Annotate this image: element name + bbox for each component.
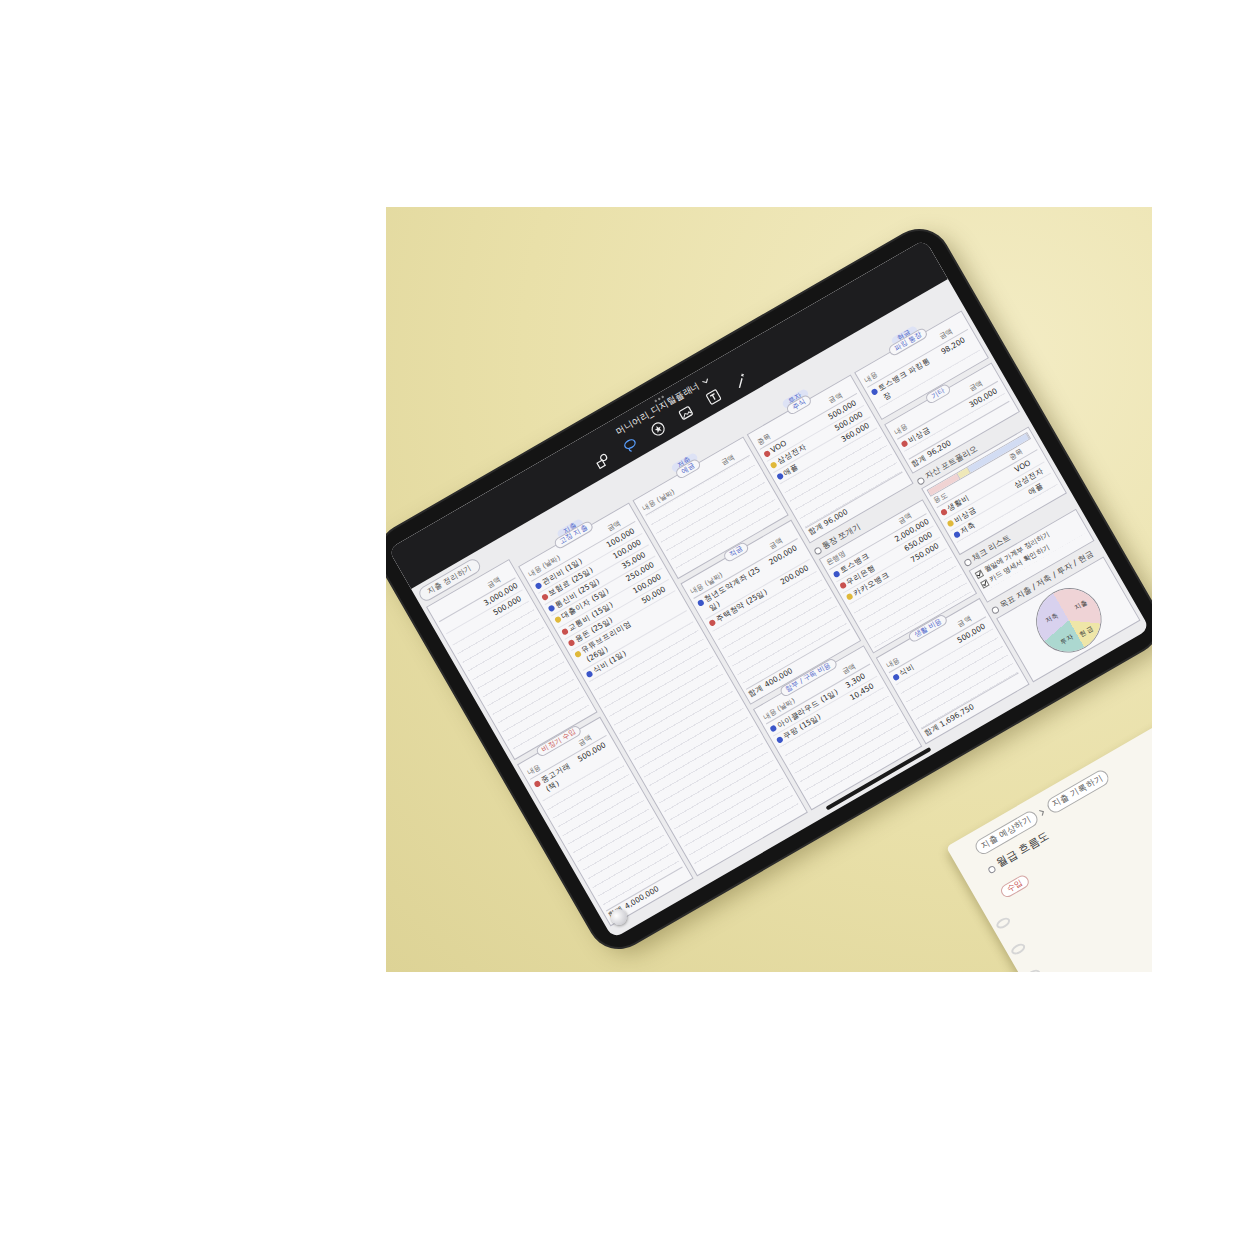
color-dot [708, 619, 716, 627]
chevron-right-icon [1038, 807, 1047, 817]
shapes-icon[interactable] [593, 451, 612, 470]
color-dot [567, 639, 575, 647]
text-box-icon[interactable] [704, 387, 723, 406]
color-dot [574, 650, 582, 658]
color-dot [839, 581, 847, 589]
spiral-ring [1009, 941, 1026, 956]
notebook-tab[interactable]: 지출 기록하기 [1044, 767, 1111, 815]
chevron-right-icon [1038, 807, 1047, 817]
chevron-down-icon[interactable] [701, 377, 710, 385]
photo: 머니어리_디지털플래너 지출 정리하기금액3,000,000500,000비정기… [386, 207, 1152, 972]
color-dot [697, 599, 705, 607]
color-dot [548, 604, 556, 612]
text-box-icon[interactable] [704, 387, 723, 406]
heading-circle-icon [987, 864, 997, 874]
spiral-ring [1024, 967, 1041, 972]
color-dot [533, 780, 541, 788]
color-dot [900, 440, 908, 448]
color-dot [534, 582, 542, 590]
sticker-icon[interactable] [648, 419, 667, 438]
magic-wand-icon[interactable] [732, 371, 751, 390]
notebook-tabs: 지출 예상하기지출 기록하기 [973, 721, 1152, 857]
color-dot [770, 461, 778, 469]
heading-circle-icon [963, 558, 973, 568]
heading-circle-icon [916, 476, 926, 486]
color-dot [940, 508, 948, 516]
color-dot [541, 593, 549, 601]
chevron-down-icon[interactable] [701, 377, 710, 385]
color-dot [946, 519, 954, 527]
color-dot [870, 388, 878, 396]
section-label: 수입 [999, 873, 1032, 899]
checkbox[interactable] [974, 569, 984, 579]
image-icon[interactable] [676, 403, 695, 422]
color-dot [776, 472, 784, 480]
page: 머니어리_디지털플래너 지출 정리하기금액3,000,000500,000비정기… [0, 0, 1240, 972]
image-icon[interactable] [676, 403, 695, 422]
sticker-icon[interactable] [648, 419, 667, 438]
color-dot [769, 724, 777, 732]
color-dot [554, 616, 562, 624]
color-dot [846, 593, 854, 601]
heading-circle-icon [813, 546, 823, 556]
lasso-icon[interactable] [621, 435, 640, 454]
color-dot [561, 627, 569, 635]
heading-circle-icon [991, 606, 1001, 616]
color-dot [953, 531, 961, 539]
color-dot [763, 450, 771, 458]
magic-wand-icon[interactable] [732, 371, 751, 390]
notebook: 지출 예상하기지출 기록하기월급 흐름도수입 [946, 707, 1152, 972]
notebook-heading: 월급 흐름도 [985, 741, 1152, 876]
checkbox[interactable] [980, 579, 990, 589]
color-dot [776, 736, 784, 744]
lasso-icon[interactable] [621, 435, 640, 454]
color-dot [892, 673, 900, 681]
shapes-icon[interactable] [593, 451, 612, 470]
spiral-ring [994, 915, 1011, 930]
color-dot [832, 570, 840, 578]
color-dot [585, 670, 593, 678]
